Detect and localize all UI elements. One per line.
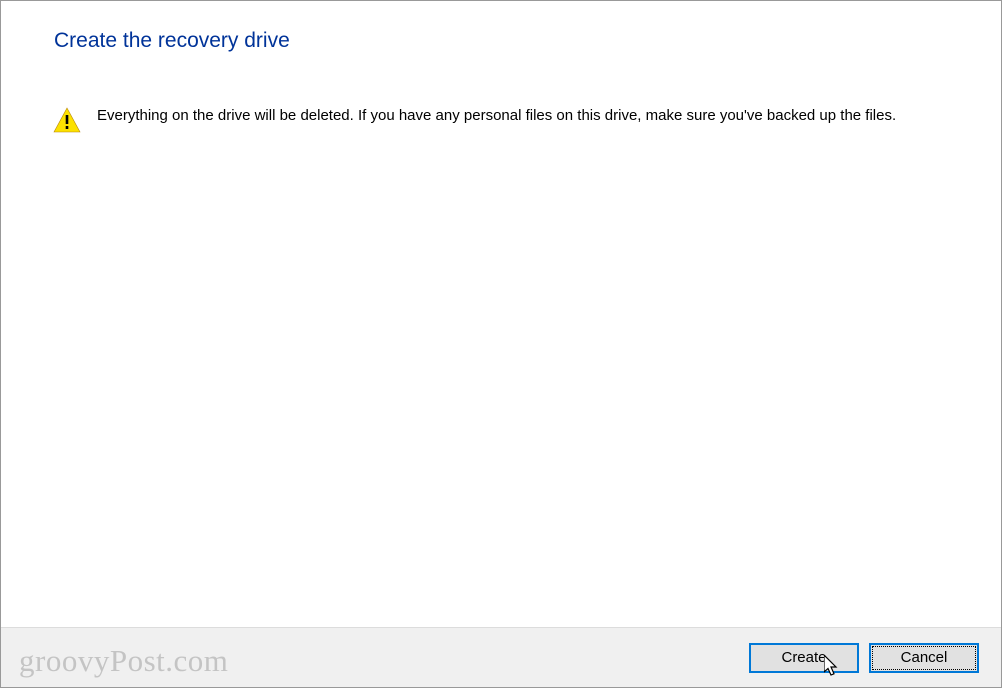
cursor-icon bbox=[824, 655, 841, 679]
content-area: Create the recovery drive Everything on … bbox=[1, 1, 1001, 625]
watermark-text: groovyPost.com bbox=[19, 643, 228, 679]
warning-row: Everything on the drive will be deleted.… bbox=[53, 105, 923, 133]
warning-icon bbox=[53, 107, 81, 133]
create-button[interactable]: Create bbox=[749, 643, 859, 673]
wizard-window: Create the recovery drive Everything on … bbox=[0, 0, 1002, 688]
page-title: Create the recovery drive bbox=[54, 29, 951, 53]
warning-message: Everything on the drive will be deleted.… bbox=[97, 105, 896, 126]
cancel-button[interactable]: Cancel bbox=[869, 643, 979, 673]
